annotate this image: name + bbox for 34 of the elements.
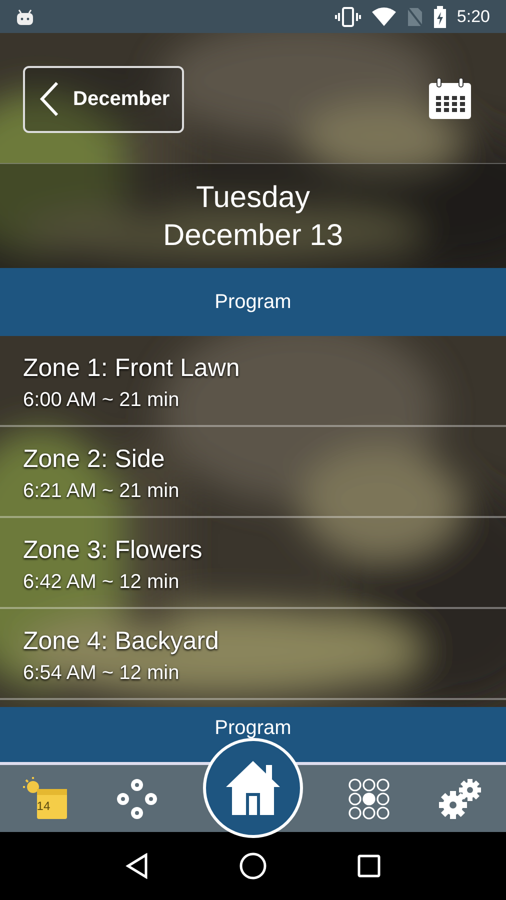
calendar-icon[interactable] <box>428 78 472 120</box>
calendar-day-number: 14 <box>36 798 50 812</box>
back-nav-button[interactable] <box>125 853 149 879</box>
wifi-icon <box>370 6 397 26</box>
home-nav-button[interactable] <box>239 852 267 880</box>
circle-grid-icon <box>346 776 391 820</box>
chevron-left-icon <box>39 81 59 117</box>
zone-schedule: 6:42 AM ~ 12 min <box>23 571 180 594</box>
no-sim-icon <box>406 6 423 26</box>
sun-calendar-icon <box>22 776 69 820</box>
status-time: 5:20 <box>456 6 490 26</box>
battery-charging-icon <box>432 6 447 28</box>
zone-row[interactable]: Zone 1: Front Lawn 6:00 AM ~ 21 min <box>0 336 506 427</box>
zone-name: Zone 3: Flowers <box>23 536 204 565</box>
zone-schedule: 6:21 AM ~ 21 min <box>23 480 180 503</box>
weekday: Tuesday <box>196 180 310 214</box>
zone-schedule: 6:00 AM ~ 21 min <box>23 389 180 412</box>
recents-nav-button[interactable] <box>357 854 381 878</box>
zone-name: Zone 4: Backyard <box>23 627 220 656</box>
zone-name: Zone 1: Front Lawn <box>23 354 241 383</box>
settings-icon <box>437 776 484 820</box>
back-button[interactable]: December <box>23 66 184 132</box>
zone-schedule: 6:54 AM ~ 12 min <box>23 662 180 685</box>
zone-row[interactable]: Zone 2: Side 6:21 AM ~ 21 min <box>0 427 506 518</box>
zone-name: Zone 2: Side <box>23 445 166 474</box>
zone-row[interactable]: Zone 3: Flowers 6:42 AM ~ 12 min <box>0 518 506 609</box>
vibrate-icon <box>334 6 361 26</box>
program-header: Program <box>0 268 506 336</box>
nav-button[interactable]: 14 <box>20 772 72 824</box>
zone-dots-icon <box>115 776 160 820</box>
program-header: Program <box>0 707 506 765</box>
date: December 13 <box>162 218 344 252</box>
zone-row[interactable]: Zone 4: Backyard 6:54 AM ~ 12 min <box>0 609 506 700</box>
android-icon <box>16 8 34 24</box>
